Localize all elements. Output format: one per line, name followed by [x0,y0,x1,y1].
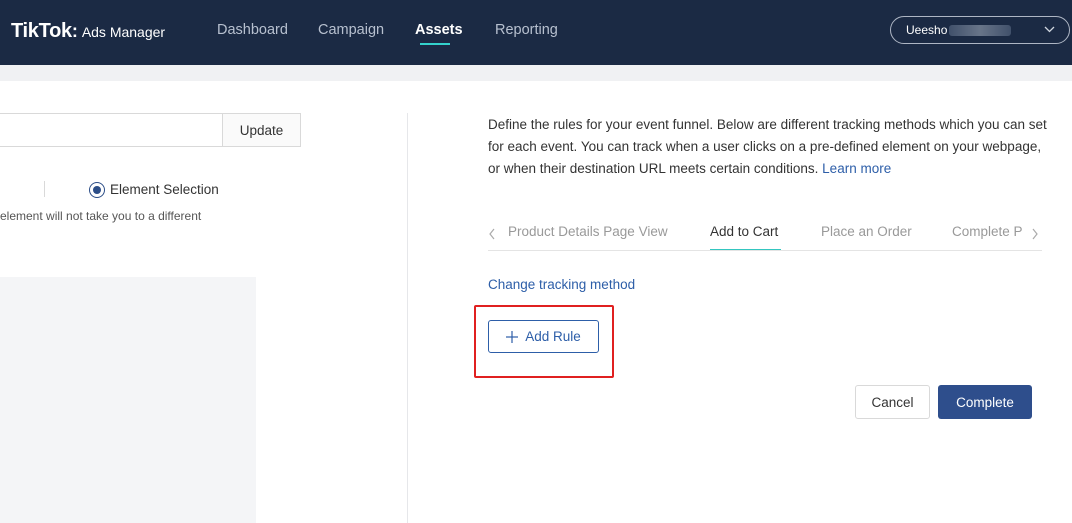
tab-product-details-page-view[interactable]: Product Details Page View [508,224,668,239]
chevron-down-icon [1044,17,1055,52]
tiktok-ads-manager-logo[interactable]: TikTok : Ads Manager [11,20,165,43]
add-rule-button[interactable]: Add Rule [488,320,599,353]
website-url-input[interactable] [0,113,224,147]
event-setup-card: Update Element Selection element will no… [0,81,1072,523]
add-rule-label: Add Rule [525,329,581,344]
cancel-button[interactable]: Cancel [855,385,930,419]
chevron-right-icon[interactable] [1031,227,1042,244]
nav-active-indicator [420,43,450,45]
plus-icon [506,329,519,345]
complete-button[interactable]: Complete [938,385,1032,419]
webpage-preview-area[interactable] [0,277,256,523]
top-navigation-bar: TikTok : Ads Manager Dashboard Campaign … [0,0,1072,65]
element-selection-hint: element will not take you to a different [0,209,202,223]
nav-assets[interactable]: Assets [415,22,463,38]
change-tracking-method-link[interactable]: Change tracking method [488,277,635,292]
tab-place-an-order[interactable]: Place an Order [821,224,912,239]
panel-divider [407,113,408,523]
chevron-left-icon[interactable] [488,227,496,244]
logo-colon: : [71,21,78,41]
tab-active-indicator [710,249,781,250]
tab-complete-payment[interactable]: Complete P [952,224,1023,239]
nav-campaign[interactable]: Campaign [318,22,384,38]
element-selection-label[interactable]: Element Selection [110,182,219,197]
nav-dashboard[interactable]: Dashboard [217,22,288,38]
logo-brand: TikTok [11,20,72,42]
description-text: Define the rules for your event funnel. … [488,117,1047,176]
element-selection-radio[interactable] [89,182,105,198]
account-name: Ueesho [906,23,948,37]
event-funnel-description: Define the rules for your event funnel. … [488,114,1048,180]
learn-more-link[interactable]: Learn more [822,161,891,176]
event-tabs: Product Details Page View Add to Cart Pl… [488,221,1042,251]
account-switcher[interactable]: Ueesho [890,16,1070,44]
account-name-redacted [949,25,1011,36]
tab-add-to-cart[interactable]: Add to Cart [710,224,778,239]
logo-product: Ads Manager [81,24,166,40]
update-button[interactable]: Update [222,113,301,147]
nav-reporting[interactable]: Reporting [495,22,558,38]
radio-separator [44,181,45,197]
